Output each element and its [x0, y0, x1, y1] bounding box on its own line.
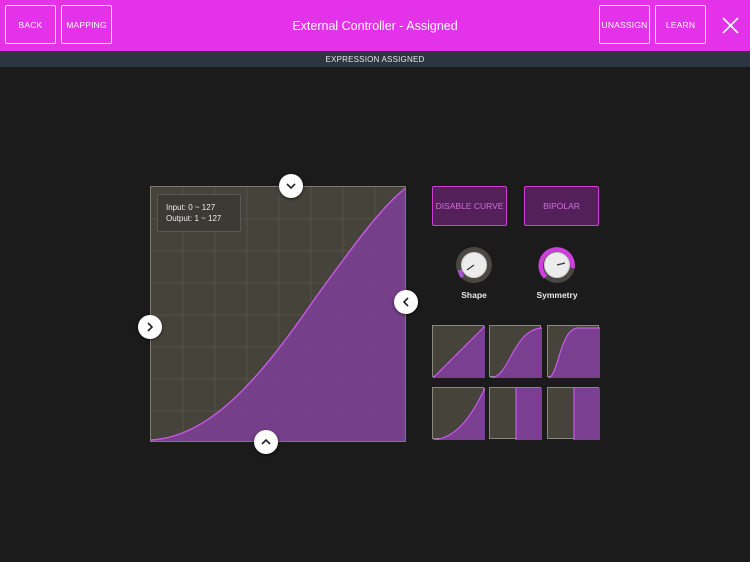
preset-step-mid[interactable] [547, 387, 600, 440]
preset-linear[interactable] [432, 325, 485, 378]
preset-exponential[interactable] [432, 387, 485, 440]
preset-step-late[interactable] [489, 387, 542, 440]
symmetry-knob[interactable] [538, 246, 576, 284]
curve-range-info: Input: 0 ~ 127 Output: 1 ~ 127 [157, 194, 241, 232]
bipolar-button[interactable]: BIPOLAR [524, 186, 599, 226]
mapping-button[interactable]: MAPPING [61, 5, 112, 44]
close-icon[interactable] [716, 11, 745, 40]
shape-label: Shape [461, 290, 487, 300]
preset-s-curve-soft[interactable] [489, 325, 542, 378]
preset-s-curve-wide[interactable] [547, 325, 600, 378]
chevron-up-icon[interactable] [254, 430, 278, 454]
unassign-button[interactable]: UNASSIGN [599, 5, 650, 44]
symmetry-label: Symmetry [536, 290, 578, 300]
chevron-left-icon[interactable] [394, 290, 418, 314]
status-banner: EXPRESSION ASSIGNED [0, 51, 750, 67]
top-bar: BACK MAPPING External Controller - Assig… [0, 0, 750, 51]
shape-knob[interactable] [455, 246, 493, 284]
input-range-text: Input: 0 ~ 127 [166, 203, 216, 212]
learn-button[interactable]: LEARN [655, 5, 706, 44]
back-button[interactable]: BACK [5, 5, 56, 44]
output-range-text: Output: 1 ~ 127 [166, 214, 222, 223]
chevron-down-icon[interactable] [279, 174, 303, 198]
chevron-right-icon[interactable] [138, 315, 162, 339]
disable-curve-button[interactable]: DISABLE CURVE [432, 186, 507, 226]
